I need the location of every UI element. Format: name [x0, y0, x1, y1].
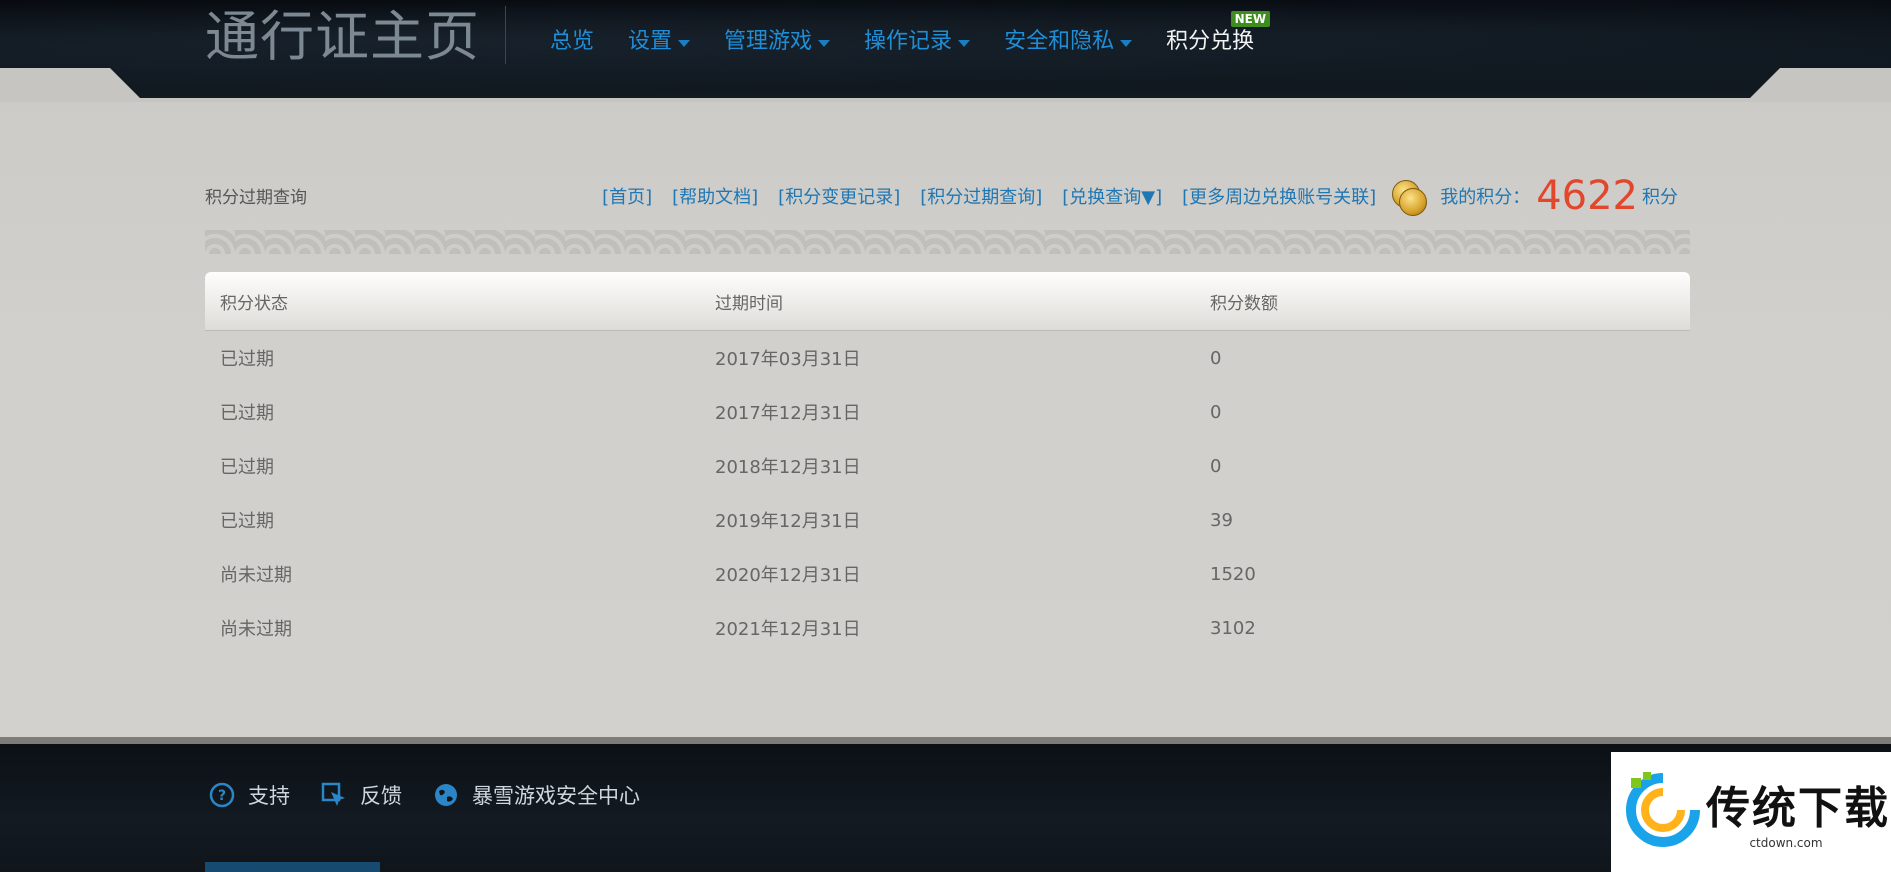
cell-status: 已过期: [220, 349, 274, 370]
cell-status: 已过期: [220, 403, 274, 424]
cell-amount: 3102: [1210, 617, 1256, 639]
points-value: 4622: [1536, 173, 1638, 219]
footer-feedback-label: 反馈: [360, 784, 402, 808]
link-home[interactable]: [首页]: [602, 183, 652, 209]
cell-amount: 0: [1210, 347, 1222, 369]
points-unit: 积分: [1642, 187, 1678, 208]
cell-amount: 1520: [1210, 563, 1256, 585]
nav-points-exchange[interactable]: 积分兑换 NEW: [1166, 11, 1271, 62]
decorative-divider: [205, 230, 1690, 254]
table-row: 已过期 2017年12月31日 0: [205, 385, 1690, 439]
footer-security-center-link[interactable]: 暴雪游戏安全中心: [432, 780, 640, 810]
link-more-account-link[interactable]: [更多周边兑换账号关联]: [1182, 183, 1376, 209]
cell-status: 尚未过期: [220, 565, 292, 586]
question-circle-icon: ?: [208, 781, 236, 809]
nav-security-privacy[interactable]: 安全和隐私: [1004, 22, 1133, 62]
panel-bottom-border: [0, 737, 1891, 744]
table-row: 尚未过期 2021年12月31日 3102: [205, 601, 1690, 655]
chevron-down-icon: [818, 39, 831, 47]
cell-expiry-date: 2020年12月31日: [715, 565, 861, 586]
cell-amount: 0: [1210, 401, 1222, 423]
header-amount: 积分数额: [1210, 293, 1278, 314]
brand-divider: [505, 6, 506, 64]
nav-overview-label: 总览: [550, 29, 595, 54]
globe-icon: [432, 781, 460, 809]
cell-expiry-date: 2018年12月31日: [715, 457, 861, 478]
watermark-logo: 传统下载 ctdown.com: [1611, 752, 1891, 872]
nav-overview[interactable]: 总览: [550, 22, 594, 62]
table-row: 已过期 2017年03月31日 0: [205, 331, 1690, 385]
cell-status: 尚未过期: [220, 619, 292, 640]
new-badge: NEW: [1230, 11, 1271, 27]
footer-logo: [205, 862, 380, 872]
table-row: 已过期 2018年12月31日 0: [205, 439, 1690, 493]
nav-activity-log-label: 操作记录: [864, 29, 953, 54]
cell-expiry-date: 2017年12月31日: [715, 403, 861, 424]
footer-security-center-label: 暴雪游戏安全中心: [472, 784, 640, 808]
chevron-down-icon: [678, 39, 691, 47]
header-expiry-date: 过期时间: [715, 293, 783, 314]
footer-support-label: 支持: [248, 784, 290, 808]
footer-links: ? 支持 反馈 暴雪游戏安全中心: [208, 780, 670, 810]
table-header: 积分状态 过期时间 积分数额: [205, 272, 1690, 331]
main-nav: 总览 设置 管理游戏 操作记录 安全和隐私 积分兑换 NEW: [550, 11, 1288, 62]
link-points-expiry-query[interactable]: [积分过期查询]: [920, 183, 1042, 209]
feedback-cursor-icon: [320, 781, 348, 809]
watermark-title: 传统下载: [1706, 783, 1890, 834]
link-points-change-log[interactable]: [积分变更记录]: [778, 183, 900, 209]
cell-expiry-date: 2019年12月31日: [715, 511, 861, 532]
points-label: 我的积分：: [1440, 187, 1531, 208]
cell-amount: 0: [1210, 455, 1222, 477]
link-help-docs[interactable]: [帮助文档]: [672, 183, 758, 209]
header-status: 积分状态: [220, 293, 288, 314]
watermark-url: ctdown.com: [1749, 836, 1823, 850]
cell-status: 已过期: [220, 511, 274, 532]
cell-status: 已过期: [220, 457, 274, 478]
link-exchange-query[interactable]: [兑换查询▼]: [1062, 183, 1162, 209]
svg-text:?: ?: [218, 788, 226, 804]
nav-settings-label: 设置: [628, 29, 673, 54]
table-row: 尚未过期 2020年12月31日 1520: [205, 547, 1690, 601]
cell-expiry-date: 2021年12月31日: [715, 619, 861, 640]
brand-title[interactable]: 通行证主页: [205, 2, 480, 72]
chevron-down-icon: [958, 39, 971, 47]
footer-support-link[interactable]: ? 支持: [208, 780, 290, 810]
page-title: 积分过期查询: [205, 188, 307, 208]
footer-feedback-link[interactable]: 反馈: [320, 780, 402, 810]
page-links: [首页] [帮助文档] [积分变更记录] [积分过期查询] [兑换查询▼] [更…: [582, 176, 1678, 216]
table-row: 已过期 2019年12月31日 39: [205, 493, 1690, 547]
nav-activity-log[interactable]: 操作记录: [864, 22, 971, 62]
chevron-down-icon: [1120, 39, 1133, 47]
nav-settings[interactable]: 设置: [628, 22, 691, 62]
cell-amount: 39: [1210, 509, 1233, 531]
cell-expiry-date: 2017年03月31日: [715, 349, 861, 370]
nav-security-privacy-label: 安全和隐私: [1004, 29, 1115, 54]
nav-manage-games-label: 管理游戏: [724, 29, 813, 54]
nav-points-exchange-label: 积分兑换: [1166, 29, 1255, 54]
points-expiry-table: 积分状态 过期时间 积分数额 已过期 2017年03月31日 0 已过期 201…: [205, 272, 1690, 655]
nav-manage-games[interactable]: 管理游戏: [724, 22, 831, 62]
watermark-icon: [1626, 772, 1700, 847]
coins-icon: [1390, 178, 1428, 216]
